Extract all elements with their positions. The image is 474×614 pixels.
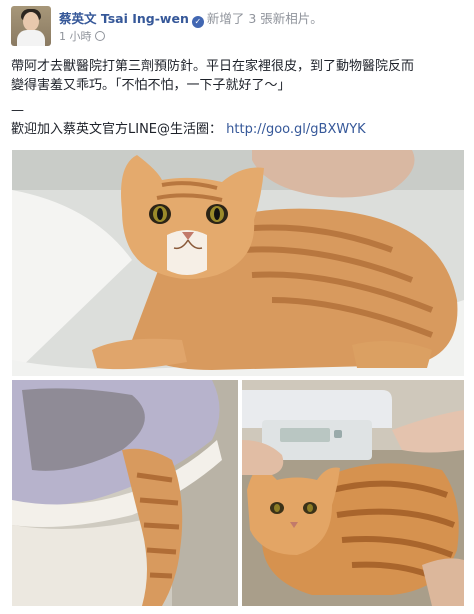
avatar-body (17, 30, 45, 46)
photo-cat-on-scale[interactable] (242, 380, 464, 606)
post-promo: 歡迎加入蔡英文官方LINE@生活圈： http://goo.gl/gBXWYK (11, 120, 463, 139)
post-text-line-2: 變得害羞又乖巧。「不怕不怕，一下子就好了～」 (11, 78, 291, 93)
avatar-face (23, 12, 39, 31)
photo-cat-under-pillow[interactable] (12, 380, 238, 606)
author-name[interactable]: 蔡英文 Tsai Ing-wen (59, 11, 189, 26)
promo-link[interactable]: http://goo.gl/gBXWYK (226, 122, 366, 137)
author-line: 蔡英文 Tsai Ing-wen ✓ 新增了 3 張新相片。 (59, 8, 323, 28)
post-body: 帶阿才去獸醫院打第三劑預防針。平日在家裡很皮，到了動物醫院反而 變得害羞又乖巧。… (11, 57, 463, 139)
post-timestamp[interactable]: 1 小時 (59, 30, 92, 43)
photo-cat-on-towel[interactable] (12, 150, 464, 376)
post-header: 蔡英文 Tsai Ing-wen ✓ 新增了 3 張新相片。 1 小時 (11, 6, 463, 48)
post-meta: 1 小時 (59, 28, 105, 44)
author-avatar[interactable] (11, 6, 51, 46)
verified-badge-icon: ✓ (191, 16, 204, 28)
promo-text: 歡迎加入蔡英文官方LINE@生活圈： (11, 122, 223, 137)
post-text-line-1: 帶阿才去獸醫院打第三劑預防針。平日在家裡很皮，到了動物醫院反而 (11, 59, 415, 74)
post-action: 新增了 3 張新相片。 (206, 11, 323, 26)
globe-icon (94, 31, 105, 41)
post-divider: — (11, 103, 24, 118)
